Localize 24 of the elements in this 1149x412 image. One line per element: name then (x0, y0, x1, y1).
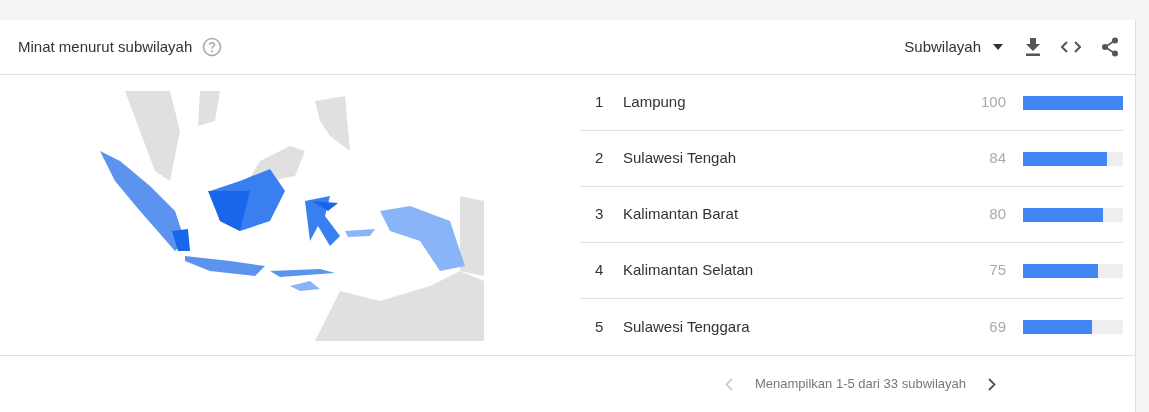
interest-value: 80 (988, 204, 1006, 225)
interest-value: 84 (988, 148, 1006, 169)
region-name: Kalimantan Barat (623, 204, 740, 225)
download-icon[interactable] (1025, 38, 1041, 56)
share-icon[interactable] (1101, 37, 1119, 57)
region-name: Sulawesi Tengah (623, 148, 738, 169)
embed-code-icon[interactable] (1061, 41, 1081, 53)
rank-number: 1 (595, 92, 605, 113)
card-title: Minat menurut subwilayah (18, 36, 193, 57)
interest-value: 100 (979, 92, 1006, 113)
rank-number: 3 (595, 204, 605, 225)
region-name: Sulawesi Tenggara (623, 316, 751, 337)
rank-number: 5 (595, 316, 605, 337)
rank-number: 2 (595, 148, 605, 169)
caret-icon (993, 44, 1003, 50)
region-name: Lampung (623, 92, 687, 113)
interest-value: 75 (988, 260, 1006, 281)
chevron-right-icon (988, 377, 996, 391)
pagination-text: Menampilkan 1-5 dari 33 subwilayah (755, 375, 966, 394)
rank-number: 4 (595, 260, 605, 281)
region-name: Kalimantan Selatan (623, 260, 755, 281)
region-dropdown[interactable]: Subwilayah (904, 35, 1003, 59)
interest-value: 69 (988, 316, 1006, 337)
chevron-left-icon (725, 377, 733, 391)
